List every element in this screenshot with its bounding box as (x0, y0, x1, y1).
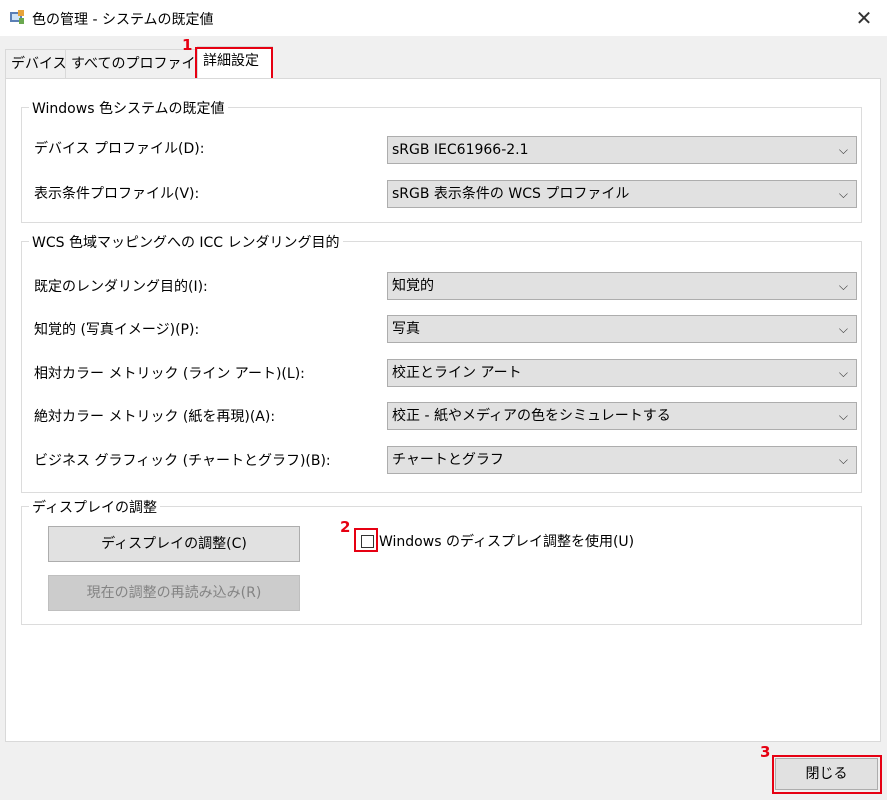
rendering-dropdown-default[interactable]: 知覚的 ⌵ (387, 272, 857, 300)
viewing-profile-dropdown[interactable]: sRGB 表示条件の WCS プロファイル ⌵ (387, 180, 857, 208)
rendering-label-perceptual: 知覚的 (写真イメージ)(P): (34, 322, 200, 338)
chevron-down-icon: ⌵ (838, 453, 848, 467)
dropdown-value: チャートとグラフ (392, 452, 504, 468)
group-title: WCS 色域マッピングへの ICC レンダリング目的 (29, 232, 343, 252)
chevron-down-icon: ⌵ (838, 322, 848, 336)
title-bar: 色の管理 - システムの既定値 ✕ (0, 0, 887, 36)
dropdown-value: 校正 - 紙やメディアの色をシミュレートする (392, 408, 671, 424)
calibrate-display-button[interactable]: ディスプレイの調整(C) (48, 526, 300, 562)
annotation-number-3: 3 (760, 743, 771, 761)
reload-calibration-button: 現在の調整の再読み込み(R) (48, 575, 300, 611)
rendering-label-absolute: 絶対カラー メトリック (紙を再現)(A): (34, 409, 276, 425)
chevron-down-icon: ⌵ (838, 143, 848, 157)
chevron-down-icon: ⌵ (838, 187, 848, 201)
device-profile-label: デバイス プロファイル(D): (34, 141, 205, 157)
rendering-dropdown-relative[interactable]: 校正とライン アート ⌵ (387, 359, 857, 387)
device-profile-dropdown[interactable]: sRGB IEC61966-2.1 ⌵ (387, 136, 857, 164)
dropdown-value: 校正とライン アート (392, 365, 522, 381)
dropdown-value: 知覚的 (392, 278, 434, 294)
rendering-dropdown-perceptual[interactable]: 写真 ⌵ (387, 315, 857, 343)
viewing-profile-label: 表示条件プロファイル(V): (34, 186, 200, 202)
dropdown-value: sRGB 表示条件の WCS プロファイル (392, 186, 630, 202)
chevron-down-icon: ⌵ (838, 366, 848, 380)
chevron-down-icon: ⌵ (838, 409, 848, 423)
rendering-dropdown-business[interactable]: チャートとグラフ ⌵ (387, 446, 857, 474)
close-glyph: ✕ (855, 6, 873, 30)
dropdown-value: sRGB IEC61966-2.1 (392, 142, 529, 158)
rendering-label-default: 既定のレンダリング目的(I): (34, 279, 208, 295)
group-title: ディスプレイの調整 (29, 497, 161, 517)
dropdown-value: 写真 (392, 321, 420, 337)
close-button[interactable]: 閉じる (775, 758, 878, 790)
rendering-dropdown-absolute[interactable]: 校正 - 紙やメディアの色をシミュレートする ⌵ (387, 402, 857, 430)
use-windows-calibration-checkbox[interactable] (361, 535, 374, 548)
rendering-intent-group: WCS 色域マッピングへの ICC レンダリング目的 既定のレンダリング目的(I… (21, 232, 862, 493)
rendering-label-business: ビジネス グラフィック (チャートとグラフ)(B): (34, 453, 331, 469)
annotation-number-2: 2 (340, 518, 351, 536)
close-icon[interactable]: ✕ (841, 0, 887, 36)
rendering-label-relative: 相対カラー メトリック (ライン アート)(L): (34, 366, 305, 382)
advanced-panel: Windows 色システムの既定値 デバイス プロファイル(D): sRGB I… (5, 78, 881, 742)
chevron-down-icon: ⌵ (838, 279, 848, 293)
window-title: 色の管理 - システムの既定値 (32, 12, 214, 28)
group-title: Windows 色システムの既定値 (29, 98, 228, 118)
tab-advanced[interactable]: 詳細設定 (197, 46, 273, 78)
annotation-number-1: 1 (182, 36, 193, 54)
display-calibration-group: ディスプレイの調整 ディスプレイの調整(C) 現在の調整の再読み込み(R) Wi… (21, 497, 862, 625)
checkbox-label[interactable]: Windows のディスプレイ調整を使用(U) (379, 531, 634, 551)
color-management-icon (10, 10, 24, 24)
wcs-defaults-group: Windows 色システムの既定値 デバイス プロファイル(D): sRGB I… (21, 98, 862, 223)
